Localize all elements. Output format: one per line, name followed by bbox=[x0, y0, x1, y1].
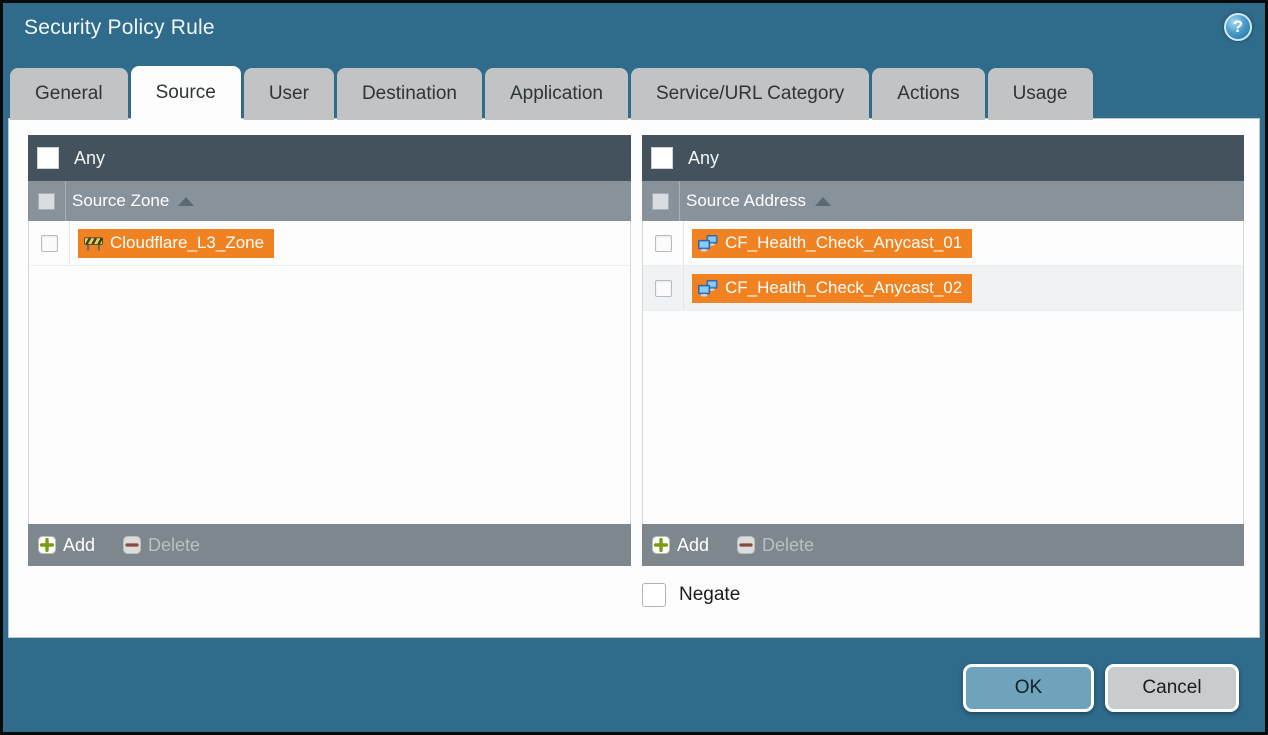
delete-zone-button[interactable]: Delete bbox=[123, 535, 200, 556]
column-divider bbox=[679, 181, 680, 221]
source-zone-column-label: Source Zone bbox=[72, 191, 169, 211]
negate-checkbox[interactable] bbox=[642, 583, 666, 607]
source-tab-content: Any Source Zone bbox=[8, 118, 1260, 638]
source-zone-list: Cloudflare_L3_Zone bbox=[28, 221, 631, 524]
zone-name: Cloudflare_L3_Zone bbox=[110, 233, 264, 253]
ok-button[interactable]: OK bbox=[963, 664, 1094, 712]
source-address-select-all-checkbox[interactable] bbox=[652, 193, 669, 210]
source-address-any-label: Any bbox=[688, 148, 719, 169]
column-divider bbox=[65, 181, 66, 221]
tab-general[interactable]: General bbox=[10, 68, 128, 120]
minus-icon bbox=[123, 536, 141, 554]
help-icon[interactable]: ? bbox=[1224, 13, 1252, 41]
tab-source[interactable]: Source bbox=[131, 66, 241, 120]
sort-ascending-icon bbox=[815, 197, 831, 206]
address-chip[interactable]: CF_Health_Check_Anycast_02 bbox=[692, 274, 972, 303]
source-address-list: CF_Health_Check_Anycast_01 bbox=[642, 221, 1244, 524]
table-row[interactable]: CF_Health_Check_Anycast_01 bbox=[643, 221, 1243, 266]
address-icon bbox=[698, 235, 718, 252]
source-zone-any-label: Any bbox=[74, 148, 105, 169]
row-checkbox[interactable] bbox=[655, 235, 672, 252]
delete-address-button[interactable]: Delete bbox=[737, 535, 814, 556]
security-policy-rule-dialog: Security Policy Rule ? General Source Us… bbox=[0, 0, 1268, 735]
address-name: CF_Health_Check_Anycast_02 bbox=[725, 278, 962, 298]
source-zone-panel: Any Source Zone bbox=[28, 135, 631, 566]
address-name: CF_Health_Check_Anycast_01 bbox=[725, 233, 962, 253]
zone-icon bbox=[84, 236, 103, 251]
delete-label: Delete bbox=[762, 535, 814, 556]
page-title: Security Policy Rule bbox=[24, 16, 215, 40]
tab-application[interactable]: Application bbox=[485, 68, 628, 120]
source-zone-select-all-checkbox[interactable] bbox=[38, 193, 55, 210]
tab-destination[interactable]: Destination bbox=[337, 68, 482, 120]
source-address-column-label: Source Address bbox=[686, 191, 806, 211]
source-zone-column-header[interactable]: Source Zone bbox=[28, 181, 631, 221]
sort-ascending-icon bbox=[178, 197, 194, 206]
add-zone-button[interactable]: Add bbox=[38, 535, 95, 556]
cancel-button[interactable]: Cancel bbox=[1105, 664, 1239, 712]
address-chip[interactable]: CF_Health_Check_Anycast_01 bbox=[692, 229, 972, 258]
source-address-column-header[interactable]: Source Address bbox=[642, 181, 1244, 221]
source-zone-any-bar: Any bbox=[28, 135, 631, 181]
negate-label: Negate bbox=[679, 584, 740, 606]
source-zone-any-checkbox[interactable] bbox=[37, 147, 59, 169]
source-address-any-checkbox[interactable] bbox=[651, 147, 673, 169]
table-row[interactable]: CF_Health_Check_Anycast_02 bbox=[643, 266, 1243, 311]
negate-option: Negate bbox=[642, 583, 740, 607]
tab-actions[interactable]: Actions bbox=[872, 68, 984, 120]
zone-chip[interactable]: Cloudflare_L3_Zone bbox=[78, 229, 274, 258]
address-icon bbox=[698, 280, 718, 297]
minus-icon bbox=[737, 536, 755, 554]
tab-usage[interactable]: Usage bbox=[988, 68, 1093, 120]
source-address-panel: Any Source Address bbox=[642, 135, 1244, 566]
add-label: Add bbox=[63, 535, 95, 556]
tab-bar: General Source User Destination Applicat… bbox=[10, 66, 1093, 120]
delete-label: Delete bbox=[148, 535, 200, 556]
source-zone-toolbar: Add Delete bbox=[28, 524, 631, 566]
source-address-any-bar: Any bbox=[642, 135, 1244, 181]
row-checkbox[interactable] bbox=[655, 280, 672, 297]
add-label: Add bbox=[677, 535, 709, 556]
plus-icon bbox=[652, 536, 670, 554]
plus-icon bbox=[38, 536, 56, 554]
tab-service-url-category[interactable]: Service/URL Category bbox=[631, 68, 869, 120]
source-address-toolbar: Add Delete bbox=[642, 524, 1244, 566]
row-checkbox[interactable] bbox=[41, 235, 58, 252]
add-address-button[interactable]: Add bbox=[652, 535, 709, 556]
tab-user[interactable]: User bbox=[244, 68, 334, 120]
table-row[interactable]: Cloudflare_L3_Zone bbox=[29, 221, 630, 266]
